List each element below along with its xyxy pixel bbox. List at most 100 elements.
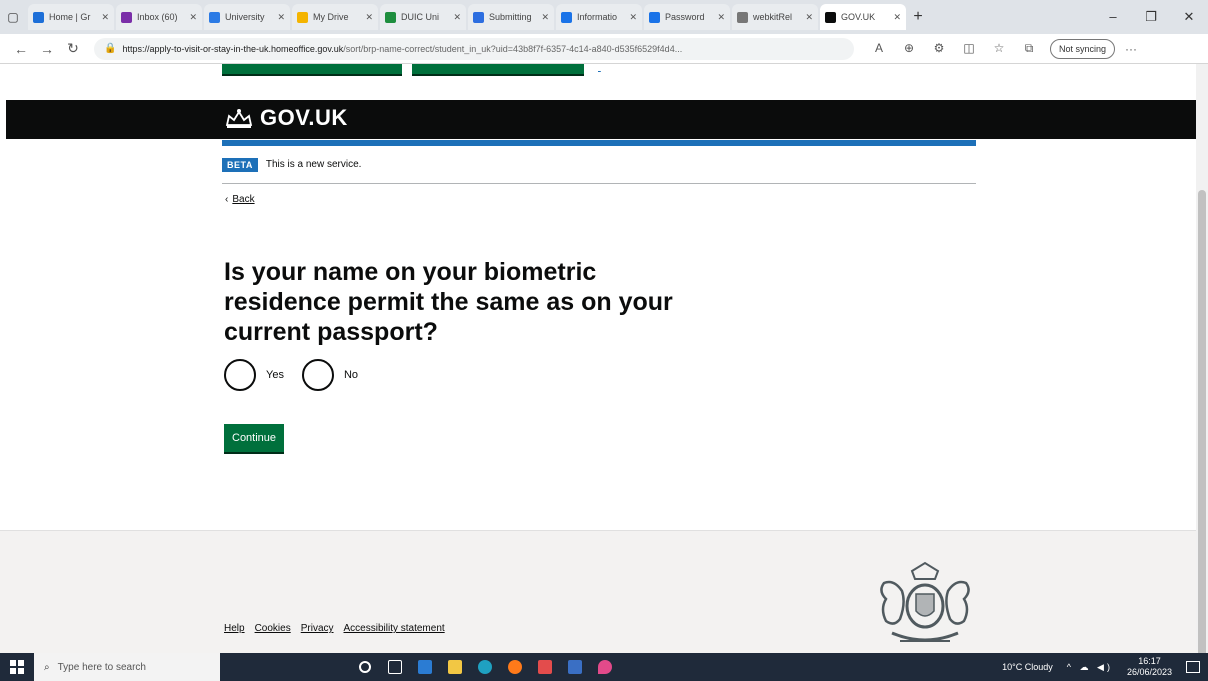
collections-icon[interactable]: ⧉ — [1014, 41, 1044, 56]
system-tray: 10°C Cloudy ^ ☁ ◀) 16:17 26/06/2023 — [1002, 656, 1208, 678]
zoom-icon[interactable]: ⊕ — [894, 41, 924, 56]
tab-label: My Drive — [313, 12, 349, 22]
cut-off-link[interactable] — [598, 64, 601, 72]
browser-tab[interactable]: University ✕ — [204, 4, 290, 30]
footer-link-privacy[interactable]: Privacy — [301, 623, 334, 634]
forward-arrow-icon[interactable]: → — [34, 41, 60, 57]
cut-off-button-2[interactable] — [412, 64, 584, 76]
tab-label: Home | Gr — [49, 12, 91, 22]
browser-tab[interactable]: webkitRel ✕ — [732, 4, 818, 30]
logo-text: GOV.UK — [260, 105, 348, 130]
tab-actions-icon[interactable]: ▢ — [0, 4, 26, 30]
browser-tab[interactable]: Home | Gr ✕ — [28, 4, 114, 30]
browser-tab[interactable]: My Drive ✕ — [292, 4, 378, 30]
tab-label: Submitting — [489, 12, 532, 22]
tab-close-icon[interactable]: ✕ — [277, 12, 285, 23]
weather-widget[interactable]: 10°C Cloudy — [1002, 662, 1053, 672]
browser-tab[interactable]: Submitting ✕ — [468, 4, 554, 30]
read-aloud-icon[interactable]: A — [864, 41, 894, 56]
govuk-logo[interactable]: GOV.UK — [224, 105, 348, 131]
govuk-header: GOV.UK — [6, 100, 1196, 139]
radio-yes[interactable]: Yes — [224, 359, 284, 391]
tab-close-icon[interactable]: ✕ — [893, 12, 901, 23]
tab-label: GOV.UK — [841, 12, 876, 22]
footer-link-help[interactable]: Help — [224, 623, 245, 634]
url-host: https://apply-to-visit-or-stay-in-the-uk… — [122, 43, 344, 54]
page-title: Is your name on your biometric residence… — [224, 258, 673, 346]
word-app-icon[interactable] — [560, 653, 590, 681]
footer-link-accessibility[interactable]: Accessibility statement — [344, 623, 445, 634]
radio-no-circle[interactable] — [301, 359, 334, 391]
notification-icon[interactable] — [1186, 661, 1200, 673]
radio-yes-label[interactable]: Yes — [266, 369, 284, 381]
taskbar-apps — [350, 653, 620, 681]
radio-yes-circle[interactable] — [224, 359, 256, 391]
radio-no-label[interactable]: No — [344, 369, 358, 381]
tab-close-icon[interactable]: ✕ — [717, 12, 725, 23]
firefox-icon[interactable] — [500, 653, 530, 681]
tab-close-icon[interactable]: ✕ — [629, 12, 637, 23]
back-link[interactable]: ‹ Back — [225, 194, 255, 205]
tab-favicon-icon — [561, 11, 572, 23]
extensions-icon[interactable]: ⚙ — [924, 41, 954, 56]
cut-off-button-1[interactable] — [222, 64, 402, 76]
more-icon[interactable]: ··· — [1125, 42, 1137, 56]
file-explorer-icon[interactable] — [440, 653, 470, 681]
tab-favicon-icon — [385, 11, 396, 23]
favorites-icon[interactable]: ☆ — [984, 41, 1014, 56]
restore-icon[interactable]: ❐ — [1132, 9, 1170, 25]
browser-tab-strip: ▢ Home | Gr ✕ Inbox (60) ✕ University ✕ My Dri… — [0, 0, 1208, 34]
windows-start-icon[interactable] — [0, 653, 34, 681]
tab-label: DUIC Uni — [401, 12, 440, 22]
mail-app-icon[interactable] — [410, 653, 440, 681]
back-arrow-icon[interactable]: ← — [8, 41, 34, 57]
close-window-icon[interactable]: ✕ — [1170, 9, 1208, 25]
tab-close-icon[interactable]: ✕ — [453, 12, 461, 23]
browser-tools: A ⊕ ⚙ ◫ ☆ ⧉ — [864, 41, 1044, 56]
browser-tab[interactable]: GOV.UK ✕ — [820, 4, 906, 30]
tray-icons[interactable]: ^ ☁ ◀) — [1067, 662, 1113, 673]
tab-favicon-icon — [297, 11, 308, 23]
browser-tab[interactable]: Password ✕ — [644, 4, 730, 30]
edge-browser-icon[interactable] — [470, 653, 500, 681]
tab-close-icon[interactable]: ✕ — [805, 12, 813, 23]
tab-close-icon[interactable]: ✕ — [541, 12, 549, 23]
clock-time: 16:17 — [1138, 656, 1161, 666]
clock[interactable]: 16:17 26/06/2023 — [1127, 656, 1172, 678]
sync-button[interactable]: Not syncing — [1050, 38, 1116, 59]
radio-no[interactable]: No — [301, 359, 358, 391]
tab-label: webkitRel — [753, 12, 793, 22]
split-screen-icon[interactable]: ◫ — [954, 41, 984, 56]
chevron-left-icon: ‹ — [225, 194, 229, 205]
taskbar-search-box[interactable]: ⌕ Type here to search — [34, 653, 220, 681]
scrollbar-thumb[interactable] — [1198, 190, 1206, 670]
tab-close-icon[interactable]: ✕ — [101, 12, 109, 23]
royal-coat-of-arms-icon — [880, 561, 970, 642]
browser-tab[interactable]: DUIC Uni ✕ — [380, 4, 466, 30]
footer-links: Help Cookies Privacy Accessibility state… — [224, 623, 455, 634]
tab-label: Inbox (60) — [137, 12, 178, 22]
tab-close-icon[interactable]: ✕ — [365, 12, 373, 23]
calendar-app-icon[interactable] — [530, 653, 560, 681]
new-tab-button[interactable]: + — [906, 8, 930, 26]
url-field[interactable]: 🔒 https://apply-to-visit-or-stay-in-the-… — [94, 37, 854, 60]
tab-close-icon[interactable]: ✕ — [189, 12, 197, 23]
cortana-icon[interactable] — [350, 653, 380, 681]
refresh-icon[interactable]: ↻ — [60, 40, 86, 57]
radio-group: Yes No — [224, 359, 376, 391]
browser-tab[interactable]: Inbox (60) ✕ — [116, 4, 202, 30]
tab-favicon-icon — [825, 11, 836, 23]
search-icon: ⌕ — [44, 661, 50, 673]
task-view-icon[interactable] — [380, 653, 410, 681]
page-scrollbar[interactable] — [1196, 64, 1208, 670]
minimize-icon[interactable]: – — [1094, 9, 1132, 25]
continue-button[interactable]: Continue — [224, 424, 285, 454]
govuk-footer: Help Cookies Privacy Accessibility state… — [0, 530, 1196, 653]
tab-favicon-icon — [33, 11, 44, 23]
footer-link-cookies[interactable]: Cookies — [255, 623, 291, 634]
droplet-app-icon[interactable] — [590, 653, 620, 681]
tab-label: University — [225, 12, 265, 22]
lock-icon: 🔒 — [104, 43, 117, 54]
browser-tab[interactable]: Informatio ✕ — [556, 4, 642, 30]
clock-date: 26/06/2023 — [1126, 667, 1172, 677]
